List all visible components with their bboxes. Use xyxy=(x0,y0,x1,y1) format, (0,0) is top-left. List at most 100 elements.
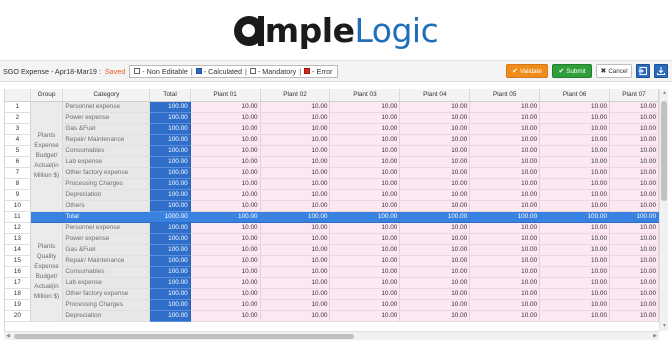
plant-value-cell[interactable]: 10.00 xyxy=(539,178,611,190)
plant-value-cell[interactable]: 10.00 xyxy=(609,167,659,179)
plant-value-cell[interactable]: 10.00 xyxy=(260,222,331,234)
plant-value-cell[interactable]: 10.00 xyxy=(539,255,611,267)
plant-value-cell[interactable]: 10.00 xyxy=(260,244,331,256)
horizontal-scroll-thumb[interactable] xyxy=(14,334,354,339)
plant-value-cell[interactable]: 10.00 xyxy=(329,288,401,300)
plant-value-cell[interactable]: 10.00 xyxy=(190,222,261,234)
plant-value-cell[interactable]: 10.00 xyxy=(609,200,659,212)
plant-value-cell[interactable]: 10.00 xyxy=(399,266,471,278)
plant-value-cell[interactable]: 10.00 xyxy=(190,123,261,135)
plant-value-cell[interactable]: 10.00 xyxy=(260,189,331,201)
plant-value-cell[interactable]: 10.00 xyxy=(329,266,401,278)
scroll-down-icon[interactable]: ▼ xyxy=(662,322,667,331)
plant-value-cell[interactable]: 10.00 xyxy=(399,255,471,267)
plant-value-cell[interactable]: 10.00 xyxy=(190,299,261,311)
plant-value-cell[interactable]: 10.00 xyxy=(329,178,401,190)
plant-value-cell[interactable]: 10.00 xyxy=(469,299,541,311)
plant-value-cell[interactable]: 10.00 xyxy=(399,233,471,245)
plant-value-cell[interactable]: 10.00 xyxy=(609,288,659,300)
plant-value-cell[interactable]: 10.00 xyxy=(190,167,261,179)
plant-value-cell[interactable]: 10.00 xyxy=(190,200,261,212)
plant-value-cell[interactable]: 10.00 xyxy=(190,178,261,190)
plant-value-cell[interactable]: 10.00 xyxy=(190,310,261,322)
plant-value-cell[interactable]: 10.00 xyxy=(609,244,659,256)
plant-value-cell[interactable]: 10.00 xyxy=(539,156,611,168)
plant-value-cell[interactable]: 10.00 xyxy=(399,112,471,124)
plant-value-cell[interactable]: 10.00 xyxy=(539,310,611,322)
column-header[interactable]: Category xyxy=(62,89,151,102)
plant-value-cell[interactable]: 10.00 xyxy=(399,167,471,179)
plant-value-cell[interactable]: 10.00 xyxy=(260,288,331,300)
plant-value-cell[interactable]: 10.00 xyxy=(609,123,659,135)
plant-value-cell[interactable]: 10.00 xyxy=(399,222,471,234)
plant-value-cell[interactable]: 10.00 xyxy=(260,178,331,190)
plant-value-cell[interactable]: 10.00 xyxy=(329,233,401,245)
plant-value-cell[interactable]: 10.00 xyxy=(399,299,471,311)
plant-value-cell[interactable]: 10.00 xyxy=(399,101,471,113)
plant-value-cell[interactable]: 10.00 xyxy=(469,101,541,113)
plant-value-cell[interactable]: 10.00 xyxy=(329,299,401,311)
cancel-button[interactable]: ✖ Cancel xyxy=(596,64,632,78)
plant-value-cell[interactable]: 10.00 xyxy=(539,123,611,135)
plant-value-cell[interactable]: 10.00 xyxy=(260,266,331,278)
plant-value-cell[interactable]: 10.00 xyxy=(190,288,261,300)
plant-value-cell[interactable]: 10.00 xyxy=(329,244,401,256)
plant-value-cell[interactable]: 10.00 xyxy=(329,277,401,289)
vertical-scrollbar[interactable]: ▲ ▼ xyxy=(659,89,668,331)
plant-value-cell[interactable]: 10.00 xyxy=(399,145,471,157)
submit-button[interactable]: ✔ Submit xyxy=(552,64,592,78)
plant-value-cell[interactable]: 10.00 xyxy=(329,134,401,146)
plant-value-cell[interactable]: 10.00 xyxy=(260,167,331,179)
plant-value-cell[interactable]: 10.00 xyxy=(329,189,401,201)
plant-value-cell[interactable]: 10.00 xyxy=(609,266,659,278)
plant-value-cell[interactable]: 10.00 xyxy=(260,101,331,113)
plant-value-cell[interactable]: 10.00 xyxy=(609,233,659,245)
column-header[interactable]: Plant 05 xyxy=(469,89,541,102)
plant-value-cell[interactable]: 10.00 xyxy=(609,189,659,201)
plant-value-cell[interactable]: 10.00 xyxy=(469,123,541,135)
plant-value-cell[interactable]: 10.00 xyxy=(609,222,659,234)
plant-value-cell[interactable]: 10.00 xyxy=(469,277,541,289)
plant-value-cell[interactable]: 10.00 xyxy=(260,233,331,245)
plant-value-cell[interactable]: 10.00 xyxy=(469,200,541,212)
plant-value-cell[interactable]: 10.00 xyxy=(260,112,331,124)
column-header[interactable]: Group xyxy=(30,89,64,102)
plant-value-cell[interactable]: 10.00 xyxy=(539,189,611,201)
plant-value-cell[interactable]: 10.00 xyxy=(260,255,331,267)
plant-value-cell[interactable]: 10.00 xyxy=(399,156,471,168)
plant-value-cell[interactable]: 10.00 xyxy=(190,156,261,168)
plant-value-cell[interactable]: 10.00 xyxy=(539,266,611,278)
plant-value-cell[interactable]: 10.00 xyxy=(190,255,261,267)
plant-value-cell[interactable]: 10.00 xyxy=(539,134,611,146)
plant-value-cell[interactable]: 10.00 xyxy=(469,156,541,168)
plant-value-cell[interactable]: 10.00 xyxy=(539,112,611,124)
plant-value-cell[interactable]: 10.00 xyxy=(609,156,659,168)
validate-button[interactable]: ✔ Validate xyxy=(506,64,548,78)
column-header[interactable]: Plant 03 xyxy=(329,89,401,102)
plant-value-cell[interactable]: 10.00 xyxy=(469,134,541,146)
vertical-scroll-thumb[interactable] xyxy=(661,101,667,201)
plant-value-cell[interactable]: 10.00 xyxy=(329,101,401,113)
plant-value-cell[interactable]: 10.00 xyxy=(329,167,401,179)
plant-value-cell[interactable]: 10.00 xyxy=(260,156,331,168)
plant-value-cell[interactable]: 10.00 xyxy=(469,189,541,201)
plant-value-cell[interactable]: 10.00 xyxy=(190,233,261,245)
plant-value-cell[interactable]: 10.00 xyxy=(469,244,541,256)
download-button[interactable] xyxy=(654,64,668,78)
plant-value-cell[interactable]: 10.00 xyxy=(190,244,261,256)
scroll-right-icon[interactable]: ▶ xyxy=(653,332,657,341)
plant-value-cell[interactable]: 10.00 xyxy=(539,233,611,245)
plant-value-cell[interactable]: 10.00 xyxy=(469,288,541,300)
plant-value-cell[interactable]: 10.00 xyxy=(539,200,611,212)
plant-value-cell[interactable]: 10.00 xyxy=(399,288,471,300)
column-header[interactable]: Plant 07 xyxy=(609,89,659,102)
plant-value-cell[interactable]: 10.00 xyxy=(469,167,541,179)
plant-value-cell[interactable]: 10.00 xyxy=(190,134,261,146)
plant-value-cell[interactable]: 10.00 xyxy=(260,310,331,322)
plant-value-cell[interactable]: 10.00 xyxy=(399,189,471,201)
plant-value-cell[interactable]: 10.00 xyxy=(399,123,471,135)
scroll-up-icon[interactable]: ▲ xyxy=(662,89,667,98)
column-header[interactable]: Plant 04 xyxy=(399,89,471,102)
plant-value-cell[interactable]: 10.00 xyxy=(539,145,611,157)
plant-value-cell[interactable]: 10.00 xyxy=(329,255,401,267)
